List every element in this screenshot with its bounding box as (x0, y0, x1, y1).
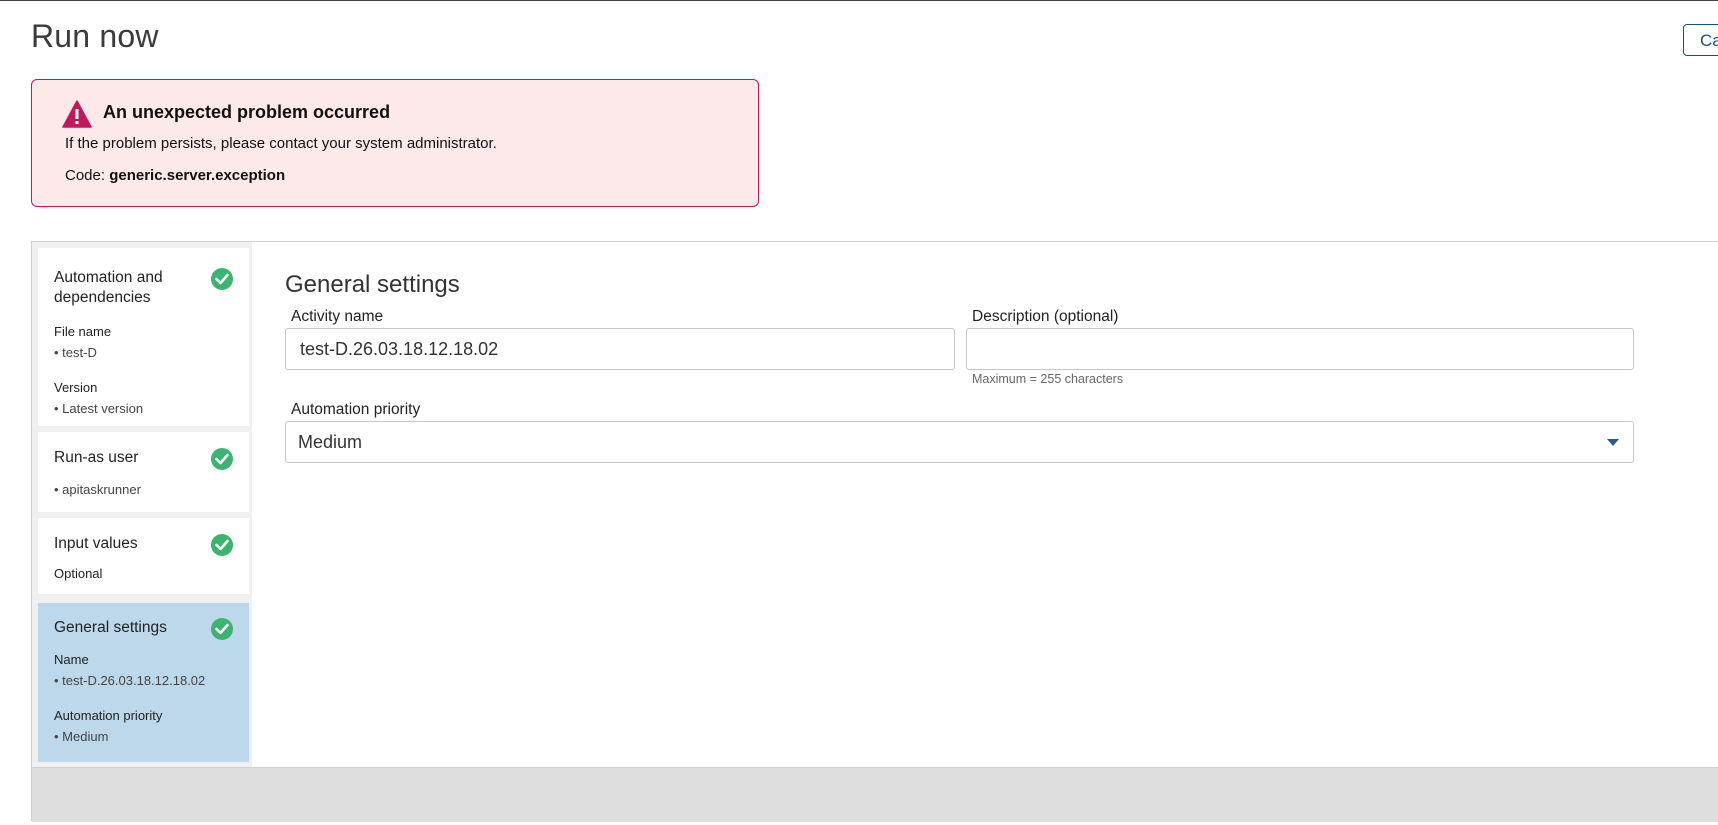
priority-label: Automation priority (291, 401, 421, 418)
warning-triangle-icon (62, 100, 92, 128)
step-detail-label: Optional (54, 566, 103, 581)
error-message: If the problem persists, please contact … (65, 135, 497, 152)
step-detail-label: Automation priority (54, 708, 163, 723)
error-code: Code: generic.server.exception (65, 167, 285, 184)
check-circle-icon (211, 268, 233, 290)
chevron-down-icon (1607, 439, 1619, 446)
top-border (0, 0, 1718, 1)
priority-select[interactable]: Medium (285, 421, 1634, 463)
step-detail-value: • Latest version (54, 401, 144, 416)
step-automation-dependencies[interactable]: Automation and dependencies File name • … (38, 248, 249, 426)
step-detail-label: File name (54, 324, 112, 339)
run-wizard: Automation and dependencies File name • … (31, 241, 1718, 822)
error-code-label: Code: (65, 167, 106, 184)
check-circle-icon (211, 618, 233, 640)
step-title: Run-as user (54, 449, 139, 466)
page-title: Run now (31, 18, 159, 54)
check-circle-icon (211, 448, 233, 470)
description-hint: Maximum = 255 characters (972, 372, 1124, 386)
step-title: Automation and dependencies (54, 269, 163, 306)
activity-name-label: Activity name (291, 308, 384, 325)
step-detail-value: • Medium (54, 729, 109, 744)
step-detail-value: • test-D (54, 345, 97, 360)
step-detail-value: • test-D.26.03.18.12.18.02 (54, 673, 206, 688)
step-title: Input values (54, 535, 138, 552)
wizard-steps-sidebar: Automation and dependencies File name • … (32, 242, 252, 767)
step-detail-value: • apitaskrunner (54, 482, 141, 497)
step-detail-label: Name (54, 652, 89, 667)
step-title: General settings (54, 619, 167, 636)
activity-name-input[interactable]: test-D.26.03.18.12.18.02 (285, 328, 955, 370)
error-title: An unexpected problem occurred (103, 102, 391, 122)
error-banner: An unexpected problem occurred If the pr… (31, 79, 759, 207)
description-input[interactable] (966, 328, 1634, 370)
step-general-settings[interactable]: General settings Name • test-D.26.03.18.… (38, 603, 249, 762)
section-title: General settings (285, 271, 460, 298)
wizard-footer (32, 767, 1718, 822)
step-input-values[interactable]: Input values Optional (38, 518, 249, 594)
description-label: Description (optional) (972, 308, 1119, 325)
check-circle-icon (211, 534, 233, 556)
step-detail-label: Version (54, 380, 98, 395)
error-code-value: generic.server.exception (109, 167, 286, 184)
step-run-as-user[interactable]: Run-as user • apitaskrunner (38, 432, 249, 512)
priority-selected-value: Medium (298, 432, 363, 452)
cancel-button[interactable]: Ca (1683, 24, 1718, 56)
